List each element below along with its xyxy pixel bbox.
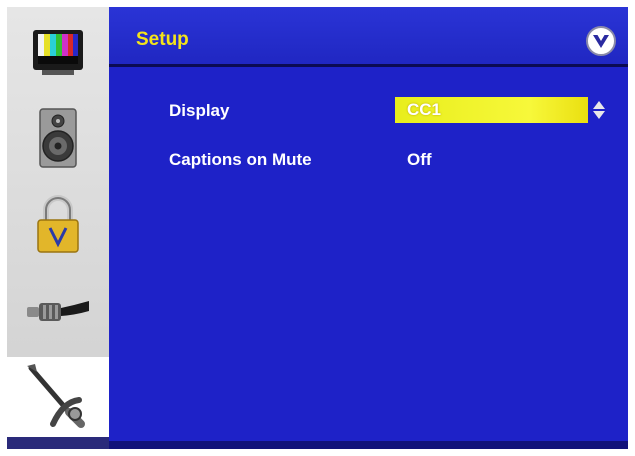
captions-on-mute-label: Captions on Mute xyxy=(169,150,312,169)
v-logo-icon xyxy=(593,35,609,48)
lock-icon xyxy=(37,195,79,253)
title-bar: Setup xyxy=(109,7,628,64)
display-selector[interactable]: CC1 xyxy=(395,97,588,123)
title-divider xyxy=(109,64,628,67)
display-value: CC1 xyxy=(407,100,442,119)
sidebar-item-input[interactable] xyxy=(7,269,109,355)
up-down-arrow-icon[interactable] xyxy=(591,99,607,121)
vizio-logo-icon xyxy=(586,26,616,56)
setup-panel: Setup Display CC1 Captions on Mute Off xyxy=(109,7,628,449)
page-title: Setup xyxy=(136,29,189,50)
tv-color-bars-icon xyxy=(33,30,83,75)
sidebar-item-audio[interactable] xyxy=(7,95,109,181)
bottom-bar xyxy=(109,441,628,449)
captions-on-mute-value[interactable]: Off xyxy=(407,150,432,170)
sidebar-item-picture[interactable] xyxy=(7,9,109,95)
sidebar-bottom-strip xyxy=(7,437,109,449)
sidebar-item-parental[interactable] xyxy=(7,181,109,267)
cable-connector-icon xyxy=(27,301,89,321)
sidebar xyxy=(7,7,109,449)
display-label: Display xyxy=(169,101,230,120)
osd-menu: Setup Display CC1 Captions on Mute Off xyxy=(7,7,628,449)
sidebar-item-setup[interactable] xyxy=(7,357,109,437)
speaker-icon xyxy=(39,108,77,168)
wrench-tools-icon xyxy=(27,364,85,428)
